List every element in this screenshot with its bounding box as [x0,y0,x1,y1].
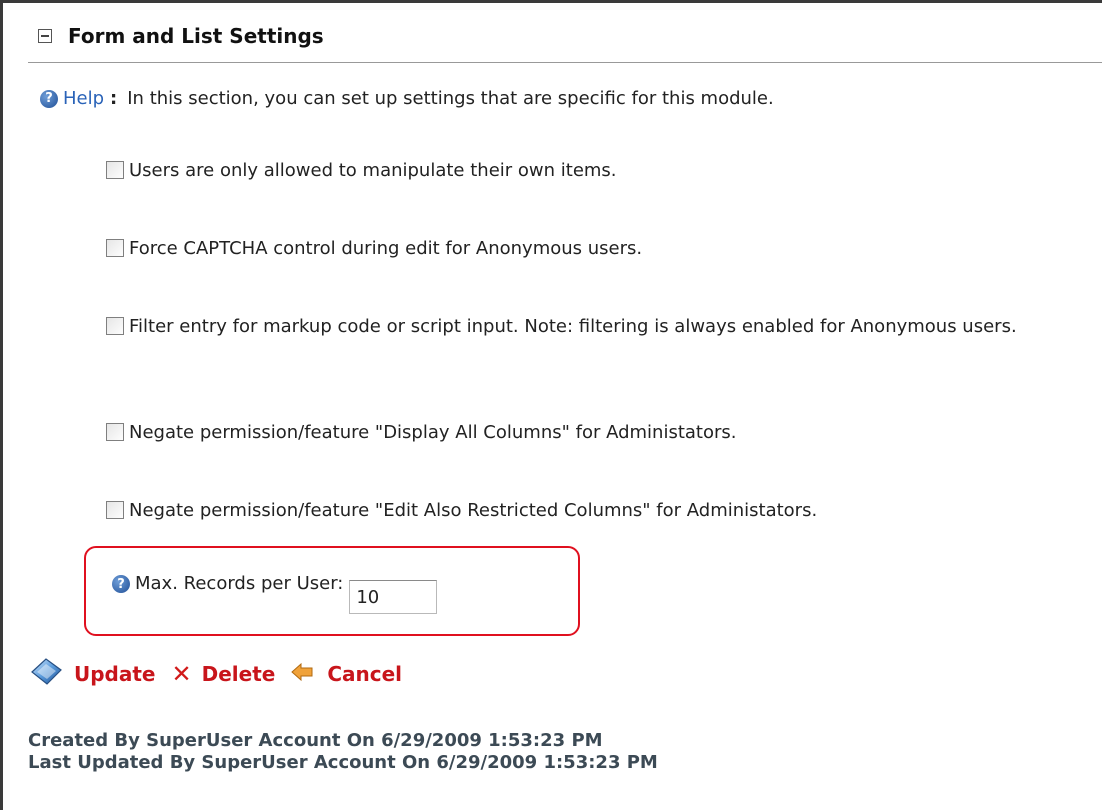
help-icon[interactable]: ? [40,89,58,108]
delete-icon: ✕ [171,660,192,688]
cancel-label: Cancel [327,662,403,686]
option-filter-markup: Filter entry for markup code or script i… [100,312,1080,342]
help-text: In this section, you can set up settings… [127,88,774,109]
max-records-input[interactable]: 10 [349,580,438,614]
display-all-columns-checkbox[interactable] [106,423,124,441]
delete-label: Delete [201,662,276,686]
last-updated-text: Last Updated By SuperUser Account On 6/2… [28,752,658,773]
edit-restricted-columns-label[interactable]: Negate permission/feature "Edit Also Res… [129,500,817,521]
update-label: Update [74,662,156,686]
max-records-row: ? Max. Records per User: 10 [112,572,438,614]
help-colon: : [110,88,118,109]
own-items-label[interactable]: Users are only allowed to manipulate the… [129,160,617,181]
delete-button[interactable]: ✕ Delete [172,662,276,686]
cancel-icon [291,662,313,682]
force-captcha-checkbox[interactable] [106,239,124,257]
option-force-captcha: Force CAPTCHA control during edit for An… [106,234,642,264]
update-icon [31,658,62,685]
help-link[interactable]: Help [63,88,104,109]
created-by-text: Created By SuperUser Account On 6/29/200… [28,730,603,751]
action-bar: Update ✕ Delete Cancel [28,656,418,686]
help-line: ? Help : In this section, you can set up… [40,88,774,109]
force-captcha-label[interactable]: Force CAPTCHA control during edit for An… [129,238,642,259]
option-own-items: Users are only allowed to manipulate the… [106,156,617,186]
section-title[interactable]: Form and List Settings [68,24,324,48]
update-button[interactable]: Update [28,656,156,686]
section-divider [28,62,1102,63]
display-all-columns-label[interactable]: Negate permission/feature "Display All C… [129,422,737,443]
collapse-icon[interactable] [38,29,52,43]
max-records-help-icon[interactable]: ? [112,575,130,593]
filter-markup-checkbox[interactable] [106,317,124,335]
section-header[interactable]: Form and List Settings [38,24,324,48]
own-items-checkbox[interactable] [106,161,124,179]
edit-restricted-columns-checkbox[interactable] [106,501,124,519]
option-edit-restricted-columns: Negate permission/feature "Edit Also Res… [106,496,817,526]
max-records-label: Max. Records per User: [135,573,344,594]
cancel-button[interactable]: Cancel [291,662,402,686]
filter-markup-label[interactable]: Filter entry for markup code or script i… [129,316,1017,337]
option-display-all-columns: Negate permission/feature "Display All C… [106,418,737,448]
panel-frame [0,0,1102,810]
audit-info: Created By SuperUser Account On 6/29/200… [28,730,658,774]
